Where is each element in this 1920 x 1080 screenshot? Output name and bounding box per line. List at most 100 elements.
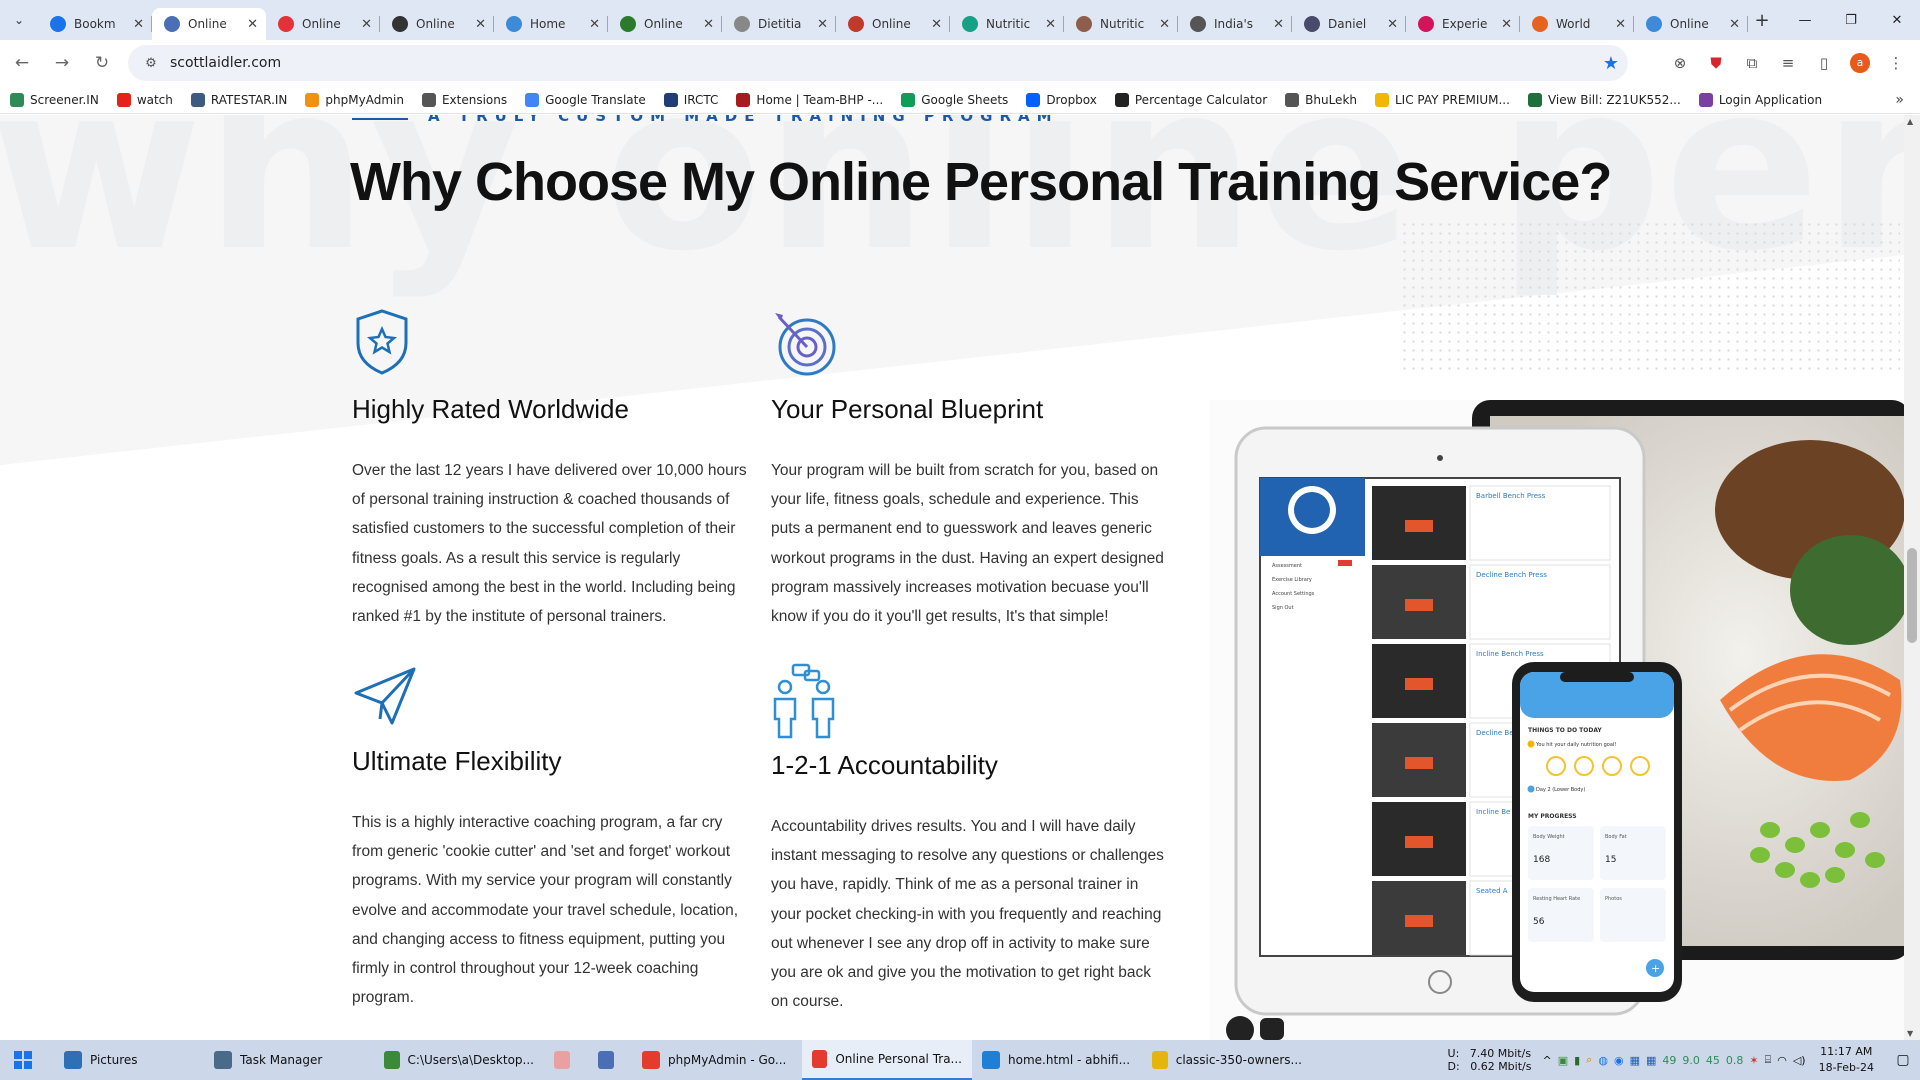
browser-tab[interactable]: Nutritic ✕ — [950, 8, 1064, 40]
bookmark-item[interactable]: Home | Team-BHP -... — [736, 92, 883, 107]
taskbar-app[interactable]: classic-350-owners... — [1142, 1040, 1312, 1080]
bookmark-item[interactable]: RATESTAR.IN — [190, 92, 287, 107]
bookmark-item[interactable]: Login Application — [1698, 92, 1822, 107]
taskbar-app[interactable]: phpMyAdmin - Go... — [632, 1040, 802, 1080]
tab-close-icon[interactable]: ✕ — [817, 17, 828, 32]
bookmark-item[interactable]: View Bill: Z21UK552... — [1527, 92, 1681, 107]
bookmark-item[interactable]: Extensions — [421, 92, 507, 107]
tab-close-icon[interactable]: ✕ — [1045, 17, 1056, 32]
bookmark-star-icon[interactable]: ★ — [1594, 53, 1628, 74]
network-icon[interactable]: ⌸ — [1765, 1053, 1772, 1067]
tab-close-icon[interactable]: ✕ — [1615, 17, 1626, 32]
app-tray-icon[interactable]: ◍ — [1598, 1054, 1608, 1067]
extension-icon[interactable]: ⊗ — [1662, 54, 1698, 72]
back-button[interactable]: ← — [4, 45, 40, 81]
system-clock[interactable]: 11:17 AM 18-Feb-24 — [1819, 1044, 1874, 1076]
media-control-icon[interactable]: ≡ — [1770, 54, 1806, 72]
tab-close-icon[interactable]: ✕ — [247, 17, 258, 32]
app-tray-icon[interactable]: ▦ — [1646, 1054, 1656, 1067]
mock-sidebar-item: Assessment — [1272, 563, 1302, 569]
taskbar-app[interactable] — [588, 1040, 632, 1080]
address-url[interactable]: scottlaidler.com — [166, 55, 1594, 71]
start-button[interactable] — [0, 1040, 46, 1080]
bookmark-item[interactable]: BhuLekh — [1285, 92, 1357, 107]
forward-button[interactable]: → — [44, 45, 80, 81]
tab-close-icon[interactable]: ✕ — [475, 17, 486, 32]
browser-tab[interactable]: World ✕ — [1520, 8, 1634, 40]
browser-tab[interactable]: Online ✕ — [608, 8, 722, 40]
more-menu-icon[interactable]: ⋮ — [1878, 54, 1914, 72]
app-tray-icon[interactable]: ▦ — [1630, 1054, 1640, 1067]
browser-tab[interactable]: Online ✕ — [1634, 8, 1748, 40]
minimize-button[interactable]: — — [1782, 0, 1828, 40]
bookmark-item[interactable]: phpMyAdmin — [305, 92, 404, 107]
tab-close-icon[interactable]: ✕ — [1159, 17, 1170, 32]
scroll-up-arrow-icon[interactable]: ▲ — [1907, 117, 1913, 126]
tab-close-icon[interactable]: ✕ — [1273, 17, 1284, 32]
notification-icon[interactable]: ▢ — [1886, 1052, 1920, 1068]
shield-extension-icon[interactable]: ⛊ — [1698, 54, 1734, 72]
feature-title: Highly Rated Worldwide — [352, 394, 629, 424]
volume-icon[interactable]: ◁) — [1793, 1054, 1806, 1067]
wifi-icon[interactable]: ◠ — [1777, 1054, 1787, 1067]
taskbar-app[interactable]: C:\Users\a\Desktop... — [374, 1040, 544, 1080]
tab-close-icon[interactable]: ✕ — [1501, 17, 1512, 32]
browser-tab[interactable]: India's ✕ — [1178, 8, 1292, 40]
tab-close-icon[interactable]: ✕ — [703, 17, 714, 32]
scroll-down-arrow-icon[interactable]: ▼ — [1907, 1029, 1913, 1038]
app-tray-icon[interactable]: ▮ — [1574, 1054, 1580, 1067]
tab-close-icon[interactable]: ✕ — [931, 17, 942, 32]
site-info-icon[interactable]: ⚙ — [136, 56, 166, 71]
browser-tab[interactable]: Online ✕ — [836, 8, 950, 40]
browser-tab[interactable]: Bookm ✕ — [38, 8, 152, 40]
taskbar-app[interactable]: Task Manager — [204, 1040, 374, 1080]
restore-button[interactable]: ❐ — [1828, 0, 1874, 40]
tab-close-icon[interactable]: ✕ — [133, 17, 144, 32]
puzzle-extensions-icon[interactable]: ⧉ — [1734, 54, 1770, 72]
new-tab-button[interactable]: + — [1748, 10, 1776, 31]
bookmark-item[interactable]: LIC PAY PREMIUM... — [1375, 92, 1510, 107]
exercise-name: Seated A — [1476, 887, 1508, 895]
taskbar-app[interactable]: home.html - abhifi... — [972, 1040, 1142, 1080]
close-window-button[interactable]: ✕ — [1874, 0, 1920, 40]
bookmark-item[interactable]: Google Sheets — [901, 92, 1008, 107]
chevron-double-right-icon[interactable]: » — [1895, 92, 1904, 108]
tab-close-icon[interactable]: ✕ — [361, 17, 372, 32]
app-tray-icon[interactable]: ◉ — [1614, 1054, 1624, 1067]
bookmark-item[interactable]: Screener.IN — [10, 92, 99, 107]
chevron-up-icon[interactable]: ^ — [1542, 1054, 1551, 1067]
page-scrollbar[interactable]: ▲ ▼ — [1904, 115, 1920, 1040]
browser-tab[interactable]: Home ✕ — [494, 8, 608, 40]
side-panel-icon[interactable]: ▯ — [1806, 54, 1842, 72]
browser-tab[interactable]: Daniel ✕ — [1292, 8, 1406, 40]
bookmarks-bar: Screener.IN watch RATESTAR.IN phpMyAdmin Ext… — [0, 86, 1920, 114]
tab-close-icon[interactable]: ✕ — [1729, 17, 1740, 32]
browser-tab[interactable]: Experie ✕ — [1406, 8, 1520, 40]
tab-close-icon[interactable]: ✕ — [589, 17, 600, 32]
taskbar-app[interactable] — [544, 1040, 588, 1080]
scrollbar-thumb[interactable] — [1907, 548, 1917, 643]
bookmark-item[interactable]: watch — [116, 92, 173, 107]
browser-tab[interactable]: Online ✕ — [380, 8, 494, 40]
bookmark-item[interactable]: IRCTC — [663, 92, 718, 107]
app-tray-icon[interactable]: ✶ — [1749, 1054, 1758, 1067]
browser-tab[interactable]: Dietitia ✕ — [722, 8, 836, 40]
feature-personal-blueprint: Your Personal Blueprint Your program wil… — [771, 307, 1166, 631]
bookmark-item[interactable]: Percentage Calculator — [1114, 92, 1267, 107]
profile-avatar[interactable]: a — [1850, 53, 1870, 73]
address-bar[interactable]: ⚙ scottlaidler.com ★ — [128, 45, 1628, 81]
tab-close-icon[interactable]: ✕ — [1387, 17, 1398, 32]
browser-tab[interactable]: Nutritic ✕ — [1064, 8, 1178, 40]
bookmark-item[interactable]: Dropbox — [1026, 92, 1097, 107]
reload-button[interactable]: ↻ — [84, 45, 120, 81]
browser-tab[interactable]: Online ✕ — [266, 8, 380, 40]
browser-tab[interactable]: Online ✕ — [152, 8, 266, 40]
app-tray-icon[interactable]: ▣ — [1558, 1054, 1568, 1067]
taskbar-app[interactable]: Online Personal Tra... — [802, 1040, 972, 1080]
page-title: Why Choose My Online Personal Training S… — [350, 152, 1612, 212]
browser-toolbar: ← → ↻ ⚙ scottlaidler.com ★ ⊗ ⛊ ⧉ ≡ ▯ a ⋮ — [0, 40, 1920, 86]
taskbar-app[interactable]: Pictures — [54, 1040, 204, 1080]
bookmark-item[interactable]: Google Translate — [525, 92, 646, 107]
tab-search-button[interactable]: ⌄ — [0, 0, 38, 40]
search-tray-icon[interactable]: ⌕ — [1586, 1053, 1592, 1067]
